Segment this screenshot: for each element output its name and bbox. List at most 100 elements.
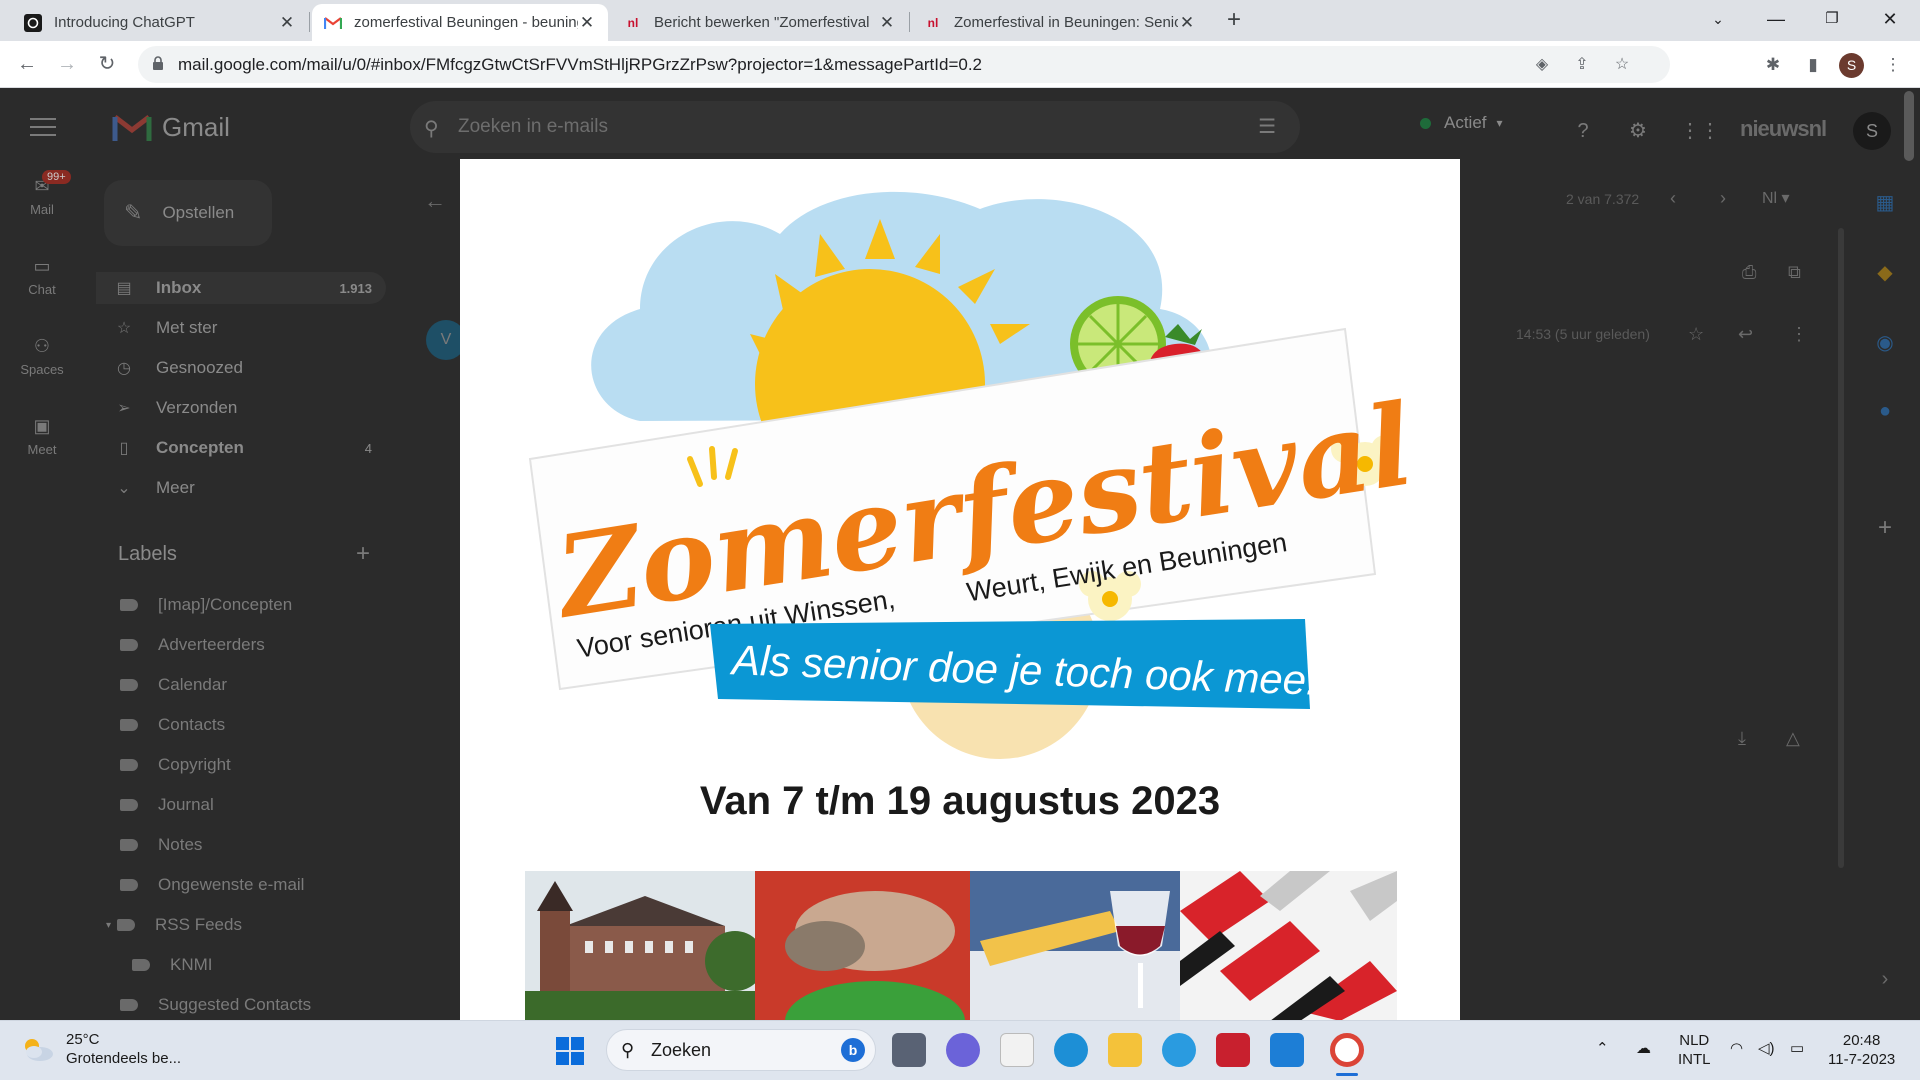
windows-start-icon[interactable] — [556, 1037, 584, 1065]
address-bar[interactable]: mail.google.com/mail/u/0/#inbox/FMfcgzGt… — [138, 46, 1670, 83]
teams-icon[interactable] — [946, 1033, 980, 1067]
label-item[interactable]: Contacts — [120, 712, 225, 738]
label-item[interactable]: Copyright — [120, 752, 231, 778]
eye-off-icon[interactable]: ◈ — [1530, 54, 1554, 76]
prev-icon[interactable]: ‹ — [1670, 188, 1676, 209]
mcafee-icon[interactable] — [1216, 1033, 1250, 1067]
save-to-drive-icon[interactable]: △ — [1786, 728, 1800, 749]
nav-snoozed[interactable]: ◷ Gesnoozed — [96, 352, 386, 384]
nav-inbox[interactable]: ▤ Inbox 1.913 — [96, 272, 386, 304]
label-item[interactable]: Calendar — [120, 672, 227, 698]
download-icon[interactable]: ⤓ — [1738, 728, 1746, 749]
rail-chat[interactable]: ▭ Chat — [0, 256, 84, 297]
org-brand-logo[interactable]: nieuwsnl — [1740, 116, 1827, 142]
volume-icon[interactable]: ◁) — [1758, 1039, 1775, 1058]
reply-icon[interactable]: ↩ — [1738, 324, 1753, 345]
label-item-rss[interactable]: ▾ RSS Feeds — [106, 912, 242, 938]
nav-starred[interactable]: ☆ Met ster — [96, 312, 386, 344]
clock[interactable]: 20:48 11-7-2023 — [1828, 1031, 1895, 1069]
label-item[interactable]: Notes — [120, 832, 202, 858]
tasks-icon[interactable]: ◉ — [1870, 330, 1900, 355]
rail-spaces[interactable]: ⚇ Spaces — [0, 336, 84, 377]
tab-bericht-bewerken[interactable]: nl Bericht bewerken "Zomerfestival ✕ — [612, 4, 908, 41]
file-explorer-icon[interactable] — [1108, 1033, 1142, 1067]
nav-more[interactable]: ⌄ Meer — [96, 472, 386, 504]
side-panel-icon[interactable]: ▮ — [1798, 50, 1828, 80]
bookmark-star-icon[interactable]: ☆ — [1610, 54, 1634, 76]
label-item[interactable]: Suggested Contacts — [120, 992, 311, 1018]
add-addon-icon[interactable]: + — [1870, 514, 1900, 542]
close-icon[interactable]: ✕ — [878, 13, 896, 33]
gmail-logo[interactable]: Gmail — [112, 112, 230, 143]
battery-icon[interactable]: ▭ — [1790, 1039, 1804, 1058]
weather-widget[interactable]: 25°C Grotendeels be... — [20, 1030, 181, 1068]
keep-icon[interactable]: ◆ — [1870, 260, 1900, 285]
back-button[interactable]: ← — [12, 49, 42, 79]
tab-title: Bericht bewerken "Zomerfestival — [654, 14, 870, 31]
mail-scrollbar[interactable] — [1838, 228, 1844, 868]
expand-side-panel-icon[interactable]: › — [1870, 968, 1900, 991]
myhp-icon[interactable] — [1270, 1033, 1304, 1067]
back-to-inbox-icon[interactable]: ← — [424, 188, 446, 214]
main-menu-icon[interactable] — [30, 118, 56, 138]
tab-zomerfestival-gmail[interactable]: zomerfestival Beuningen - beuningen ✕ — [312, 4, 608, 41]
window-close-button[interactable]: ✕ — [1862, 0, 1918, 41]
close-icon[interactable]: ✕ — [1178, 13, 1196, 33]
bing-icon[interactable]: b — [841, 1038, 865, 1062]
wifi-icon[interactable]: ◠ — [1730, 1039, 1743, 1058]
compose-button[interactable]: ✎ Opstellen — [104, 180, 272, 246]
contacts-icon[interactable]: ● — [1870, 400, 1900, 423]
page-scrollbar-thumb[interactable] — [1904, 91, 1914, 161]
wine-glass-photo — [970, 871, 1180, 1020]
chrome-menu-icon[interactable]: ⋮ — [1878, 50, 1908, 80]
nieuwsnl-icon: nl — [627, 15, 639, 30]
label-tag-icon — [120, 719, 138, 731]
rail-mail[interactable]: ✉ 99+ Mail — [0, 170, 84, 217]
more-options-icon[interactable]: ⋮ — [1790, 324, 1808, 345]
gear-icon[interactable]: ⚙ — [1625, 118, 1651, 144]
task-view-icon[interactable] — [892, 1033, 926, 1067]
minimize-button[interactable]: — — [1748, 0, 1804, 41]
nav-sent[interactable]: ➢ Verzonden — [96, 392, 386, 424]
mail-search-input[interactable]: ⚲ Zoeken in e-mails ☰ — [410, 101, 1300, 153]
tab-introducing-chatgpt[interactable]: Introducing ChatGPT ✕ — [12, 4, 308, 41]
chrome-icon[interactable] — [1330, 1033, 1364, 1067]
help-app-icon[interactable] — [1162, 1033, 1196, 1067]
apps-grid-icon[interactable]: ⋮⋮ — [1680, 118, 1720, 144]
account-avatar[interactable]: S — [1853, 112, 1891, 150]
share-icon[interactable]: ⇪ — [1570, 54, 1594, 76]
star-icon[interactable]: ☆ — [1688, 324, 1704, 345]
search-options-icon[interactable]: ☰ — [1258, 114, 1276, 139]
input-tools-icon[interactable]: Nl ▾ — [1762, 188, 1790, 208]
open-new-window-icon[interactable]: ⧉ — [1788, 262, 1801, 283]
print-icon[interactable]: ⎙ — [1742, 262, 1756, 283]
tab-zomerfestival-nieuws[interactable]: nl Zomerfestival in Beuningen: Senioren … — [912, 4, 1208, 41]
nav-drafts[interactable]: ▯ Concepten 4 — [96, 432, 386, 464]
label-item[interactable]: Adverteerders — [120, 632, 265, 658]
label-item[interactable]: Ongewenste e-mail — [120, 872, 304, 898]
rail-meet[interactable]: ▣ Meet — [0, 416, 84, 457]
close-icon[interactable]: ✕ — [278, 13, 296, 33]
forward-button[interactable]: → — [52, 49, 82, 79]
profile-avatar[interactable]: S — [1839, 53, 1864, 78]
language-indicator[interactable]: NLD INTL — [1678, 1031, 1711, 1069]
add-label-button[interactable]: + — [356, 540, 370, 568]
tab-search-chevron-icon[interactable]: ⌄ — [1690, 0, 1746, 41]
taskbar-search[interactable]: ⚲ Zoeken b — [606, 1029, 876, 1071]
label-item[interactable]: Journal — [120, 792, 214, 818]
label-item[interactable]: KNMI — [132, 952, 213, 978]
microsoft-store-icon[interactable] — [1000, 1033, 1034, 1067]
chevron-up-icon[interactable]: ⌃ — [1596, 1039, 1609, 1058]
status-selector[interactable]: Actief ▾ — [1420, 113, 1503, 133]
help-icon[interactable]: ? — [1570, 118, 1596, 144]
next-icon[interactable]: › — [1720, 188, 1726, 209]
reload-button[interactable]: ↻ — [92, 49, 122, 79]
onedrive-icon[interactable]: ☁ — [1636, 1039, 1651, 1058]
calendar-icon[interactable]: ▦ — [1870, 190, 1900, 215]
extensions-icon[interactable]: ✱ — [1758, 50, 1788, 80]
new-tab-button[interactable]: + — [1220, 6, 1248, 34]
restore-button[interactable]: ❐ — [1804, 0, 1860, 41]
edge-icon[interactable] — [1054, 1033, 1088, 1067]
label-item[interactable]: [Imap]/Concepten — [120, 592, 292, 618]
close-icon[interactable]: ✕ — [578, 13, 596, 33]
